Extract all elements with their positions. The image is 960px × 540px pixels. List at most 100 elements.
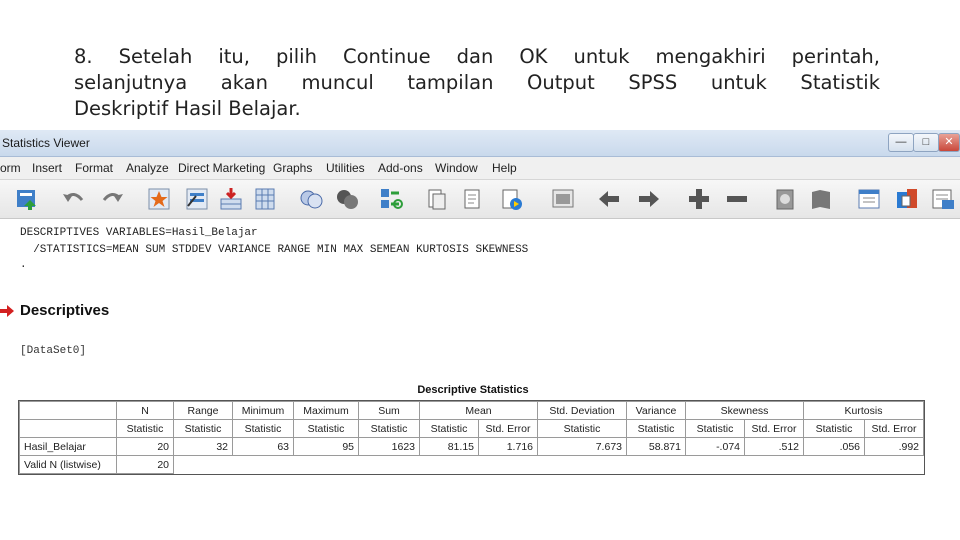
cell-range: 32 xyxy=(173,437,233,456)
slide-caption: 8. Setelah itu, pilih Continue dan OK un… xyxy=(74,44,880,122)
header-range: Range xyxy=(173,401,233,420)
insert-heading-icon[interactable] xyxy=(856,186,882,212)
close-button[interactable]: ✕ xyxy=(938,133,960,152)
insert-variable-icon[interactable] xyxy=(252,186,278,212)
toolbar xyxy=(0,180,960,219)
value-labels-icon[interactable] xyxy=(424,186,450,212)
table-row: Hasil_Belajar 20 32 63 95 1623 81.15 1.7… xyxy=(19,437,924,456)
insert-case-icon[interactable] xyxy=(218,186,244,212)
subheader-kurtosis-statistic: Statistic xyxy=(803,419,865,438)
caption-line-1: 8. Setelah itu, pilih Continue dan OK un… xyxy=(74,45,880,68)
header-variance: Variance xyxy=(626,401,686,420)
syntax-line-1: DESCRIPTIVES VARIABLES=Hasil_Belajar xyxy=(20,227,258,239)
header-maximum: Maximum xyxy=(293,401,359,420)
menu-format[interactable]: Format xyxy=(75,161,113,175)
menu-graphs[interactable]: Graphs xyxy=(273,161,312,175)
undo-icon[interactable] xyxy=(60,186,86,212)
header-mean: Mean xyxy=(419,401,538,420)
cell-kurtosis-std-error: .992 xyxy=(864,437,924,456)
insert-text-icon[interactable] xyxy=(930,186,956,212)
header-std-deviation: Std. Deviation xyxy=(537,401,627,420)
expand-icon[interactable] xyxy=(686,186,712,212)
weight-cases-icon[interactable] xyxy=(378,186,404,212)
subheader-skewness-std-error: Std. Error xyxy=(744,419,804,438)
subheader-range-statistic: Statistic xyxy=(173,419,233,438)
header-empty xyxy=(19,401,117,420)
caption-line-3: Deskriptif Hasil Belajar. xyxy=(74,97,301,120)
window-title: Statistics Viewer xyxy=(2,136,90,150)
maximize-button[interactable]: □ xyxy=(913,133,939,152)
table-row: Valid N (listwise) 20 xyxy=(19,455,924,474)
syntax-line-2: /STATISTICS=MEAN SUM STDDEV VARIANCE RAN… xyxy=(20,244,529,256)
subheader-kurtosis-std-error: Std. Error xyxy=(864,419,924,438)
subheader-maximum-statistic: Statistic xyxy=(293,419,359,438)
subheader-std-deviation-statistic: Statistic xyxy=(537,419,627,438)
descriptives-heading[interactable]: Descriptives xyxy=(20,302,109,319)
row-label-hasil-belajar: Hasil_Belajar xyxy=(19,437,117,456)
row-label-valid-n: Valid N (listwise) xyxy=(19,455,117,474)
cell-minimum: 63 xyxy=(232,437,294,456)
subheader-sum-statistic: Statistic xyxy=(358,419,420,438)
statistics-viewer-window: Statistics Viewer — □ ✕ orm Insert Forma… xyxy=(0,130,960,540)
designate-window-icon[interactable] xyxy=(550,186,576,212)
hide-icon[interactable] xyxy=(808,186,834,212)
menu-add-ons[interactable]: Add-ons xyxy=(378,161,423,175)
show-icon[interactable] xyxy=(772,186,798,212)
cell-skewness-std-error: .512 xyxy=(744,437,804,456)
minimize-button[interactable]: — xyxy=(888,133,914,152)
menu-insert[interactable]: Insert xyxy=(32,161,62,175)
subheader-mean-std-error: Std. Error xyxy=(478,419,538,438)
select-cases-icon[interactable] xyxy=(334,186,360,212)
subheader-minimum-statistic: Statistic xyxy=(232,419,294,438)
cell-sum: 1623 xyxy=(358,437,420,456)
output-pane: DESCRIPTIVES VARIABLES=Hasil_Belajar /ST… xyxy=(0,219,960,540)
cell-variance: 58.871 xyxy=(626,437,686,456)
insert-title-icon[interactable] xyxy=(894,186,920,212)
menu-analyze[interactable]: Analyze xyxy=(126,161,169,175)
cell-mean-std-error: 1.716 xyxy=(478,437,538,456)
dataset-label: [DataSet0] xyxy=(20,345,87,357)
redo-icon[interactable] xyxy=(100,186,126,212)
cell-std-deviation: 7.673 xyxy=(537,437,627,456)
cell-mean-statistic: 81.15 xyxy=(419,437,479,456)
menu-bar: orm Insert Format Analyze Direct Marketi… xyxy=(0,157,960,180)
table-subheader-row: Statistic Statistic Statistic Statistic … xyxy=(19,419,924,438)
menu-direct-marketing[interactable]: Direct Marketing xyxy=(178,161,265,175)
goto-case-icon[interactable] xyxy=(146,186,172,212)
caption-line-2: selanjutnya akan muncul tampilan Output … xyxy=(74,71,880,94)
menu-transform[interactable]: orm xyxy=(0,161,21,175)
header-kurtosis: Kurtosis xyxy=(803,401,924,420)
show-all-icon[interactable] xyxy=(498,186,524,212)
demote-icon[interactable] xyxy=(636,186,662,212)
header-sum: Sum xyxy=(358,401,420,420)
use-sets-icon[interactable] xyxy=(460,186,486,212)
cell-maximum: 95 xyxy=(293,437,359,456)
subheader-n-statistic: Statistic xyxy=(116,419,174,438)
current-item-arrow-icon xyxy=(0,305,14,317)
subheader-mean-statistic: Statistic xyxy=(419,419,479,438)
split-file-icon[interactable] xyxy=(298,186,324,212)
cell-n: 20 xyxy=(116,437,174,456)
header-minimum: Minimum xyxy=(232,401,294,420)
header-n: N xyxy=(116,401,174,420)
menu-window[interactable]: Window xyxy=(435,161,478,175)
table-title: Descriptive Statistics xyxy=(417,384,529,396)
subheader-empty xyxy=(19,419,117,438)
subheader-variance-statistic: Statistic xyxy=(626,419,686,438)
header-skewness: Skewness xyxy=(685,401,804,420)
descriptive-statistics-table[interactable]: N Range Minimum Maximum Sum Mean Std. De… xyxy=(18,400,925,475)
cell-kurtosis-statistic: .056 xyxy=(803,437,865,456)
collapse-icon[interactable] xyxy=(724,186,750,212)
promote-icon[interactable] xyxy=(596,186,622,212)
title-bar[interactable]: Statistics Viewer — □ ✕ xyxy=(0,130,960,157)
subheader-skewness-statistic: Statistic xyxy=(685,419,745,438)
cell-valid-n: 20 xyxy=(116,455,174,474)
menu-help[interactable]: Help xyxy=(492,161,517,175)
goto-variable-icon[interactable] xyxy=(184,186,210,212)
export-icon[interactable] xyxy=(14,186,40,212)
table-header-row: N Range Minimum Maximum Sum Mean Std. De… xyxy=(19,401,924,420)
menu-utilities[interactable]: Utilities xyxy=(326,161,365,175)
empty-cells xyxy=(174,456,924,474)
cell-skewness-statistic: -.074 xyxy=(685,437,745,456)
syntax-line-3: . xyxy=(20,259,27,271)
